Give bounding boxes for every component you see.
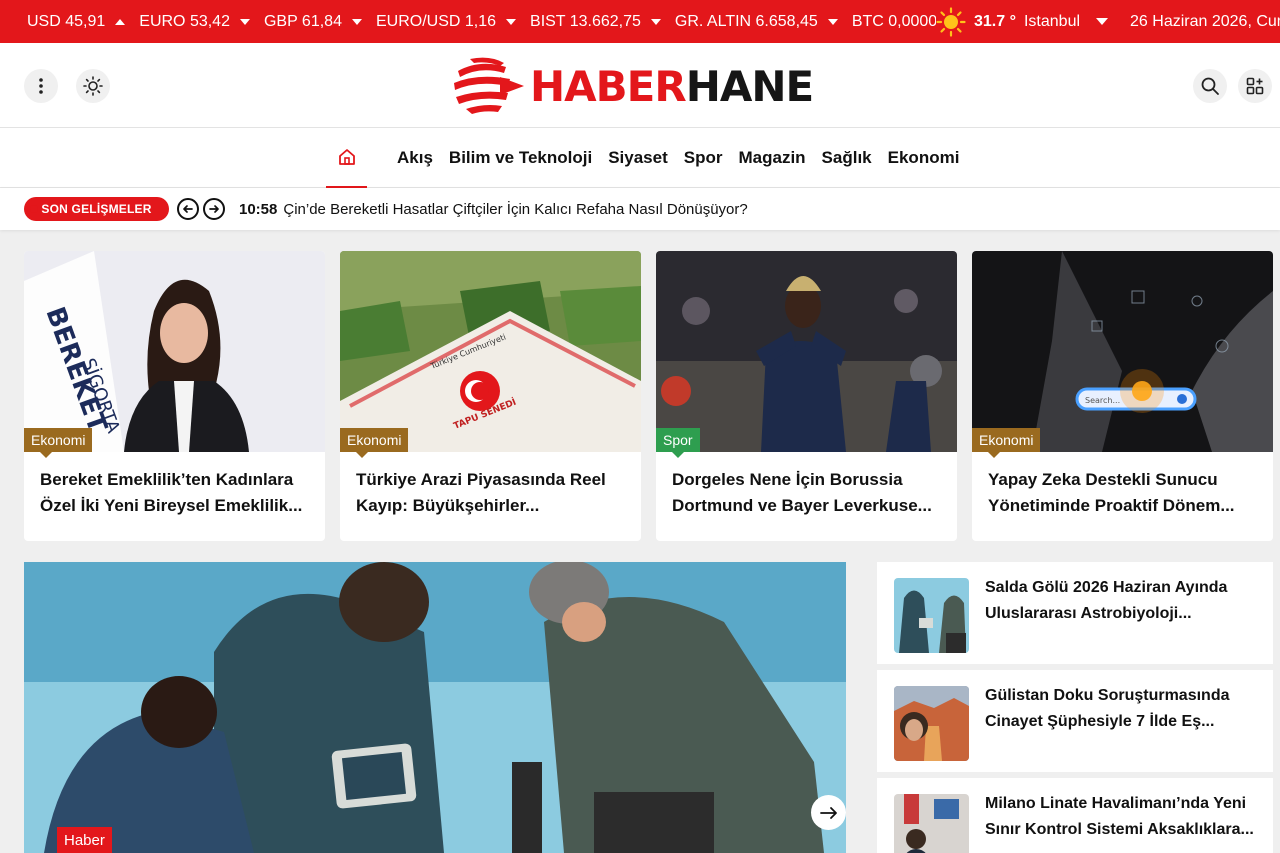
card-image[interactable]: Türkiye Cumhuriyeti TAPU SENEDİ — [340, 251, 641, 452]
ticker-item-gbp[interactable]: GBP 61,84 — [264, 13, 362, 31]
search-button[interactable] — [1193, 69, 1227, 103]
nav-items: Akış Bilim ve Teknoloji Siyaset Spor Mag… — [389, 128, 967, 188]
site-logo[interactable]: HABERHANE — [450, 53, 850, 119]
list-item[interactable]: Milano Linate Havalimanı’nda Yeni Sınır … — [877, 778, 1273, 853]
arrow-right-icon — [819, 806, 837, 819]
nav-item-magazin[interactable]: Magazin — [738, 148, 805, 168]
card-image[interactable]: Search... — [972, 251, 1273, 452]
nav-item-saglik[interactable]: Sağlık — [822, 148, 872, 168]
logo-part-haber: HABER — [530, 61, 687, 111]
ticker-label: BIST 13.662,75 — [530, 12, 641, 30]
ticker-label: USD 45,91 — [27, 12, 106, 30]
nav-item-bilim-teknoloji[interactable]: Bilim ve Teknoloji — [449, 148, 592, 168]
slider-next-button[interactable] — [811, 795, 846, 830]
category-badge[interactable]: Ekonomi — [340, 428, 409, 458]
featured-image — [24, 562, 846, 853]
breaking-headline[interactable]: Çin’de Bereketli Hasatlar Çiftçiler İçin… — [283, 201, 747, 218]
headline-cards: BEREKET SİGORTA Ekonomi Bereket Emeklili… — [24, 251, 1274, 541]
weather-widget: 31.7 ° Istanbul 26 Haziran 2026, Cum — [936, 0, 1280, 43]
list-item-title[interactable]: Gülistan Doku Soruşturmasında Cinayet Şü… — [985, 683, 1263, 735]
featured-news-slider[interactable]: Haber — [24, 562, 846, 853]
card-title[interactable]: Bereket Emeklilik’ten Kadınlara Özel İki… — [40, 467, 310, 519]
ticker-label: GBP 61,84 — [263, 12, 342, 30]
breaking-news-badge: SON GELİŞMELER — [24, 197, 169, 221]
ticker-item-gold[interactable]: GR. ALTIN 6.658,45 — [675, 13, 838, 31]
arrow-down-icon — [239, 18, 250, 25]
logo-wordmark: HABERHANE — [530, 61, 814, 111]
arrow-right-icon — [209, 205, 219, 213]
nav-item-spor[interactable]: Spor — [684, 148, 723, 168]
market-ticker-bar: USD 45,91 EURO 53,42 GBP 61,84 EURO/USD … — [0, 0, 1280, 43]
current-date: 26 Haziran 2026, Cum — [1130, 12, 1280, 30]
apps-button[interactable] — [1238, 69, 1272, 103]
ticker-item-euro[interactable]: EURO 53,42 — [139, 13, 250, 31]
breaking-prev-button[interactable] — [177, 198, 199, 220]
list-item-title[interactable]: Milano Linate Havalimanı’nda Yeni Sınır … — [985, 791, 1263, 843]
news-card[interactable]: Spor Dorgeles Nene İçin Borussia Dortmun… — [656, 251, 957, 541]
nav-item-ekonomi[interactable]: Ekonomi — [888, 148, 960, 168]
ticker-label: EURO 53,42 — [139, 12, 230, 30]
logo-part-hane: HANE — [685, 61, 814, 111]
card-title[interactable]: Türkiye Arazi Piyasasında Reel Kayıp: Bü… — [356, 467, 626, 519]
arrow-down-icon — [650, 18, 661, 25]
category-badge[interactable]: Ekonomi — [972, 428, 1041, 458]
list-thumbnail[interactable] — [894, 794, 969, 853]
temperature: 31.7 ° — [974, 12, 1016, 30]
card-image[interactable] — [656, 251, 957, 452]
category-label: Spor — [663, 432, 693, 448]
side-news-list: Salda Gölü 2026 Haziran Ayında Uluslarar… — [877, 562, 1273, 853]
category-label: Ekonomi — [979, 432, 1034, 448]
list-item-title[interactable]: Salda Gölü 2026 Haziran Ayında Uluslarar… — [985, 575, 1263, 627]
home-icon — [338, 149, 355, 165]
ticker-label: GR. ALTIN 6.658,45 — [674, 12, 818, 30]
category-badge[interactable]: Haber — [57, 827, 112, 853]
ticker-item-bist[interactable]: BIST 13.662,75 — [530, 13, 661, 31]
search-icon — [1201, 77, 1219, 95]
arrow-down-icon — [827, 18, 838, 25]
ticker-label: EURO/USD 1,16 — [375, 12, 497, 30]
news-card[interactable]: BEREKET SİGORTA Ekonomi Bereket Emeklili… — [24, 251, 325, 541]
currency-ticker: USD 45,91 EURO 53,42 GBP 61,84 EURO/USD … — [0, 13, 989, 31]
news-card[interactable]: Türkiye Cumhuriyeti TAPU SENEDİ Ekonomi … — [340, 251, 641, 541]
list-thumbnail[interactable] — [894, 686, 969, 761]
nav-item-siyaset[interactable]: Siyaset — [608, 148, 668, 168]
nav-home[interactable] — [326, 128, 367, 188]
theme-toggle-button[interactable] — [76, 69, 110, 103]
ai-search-text: Search... — [1085, 396, 1120, 405]
main-navigation: Akış Bilim ve Teknoloji Siyaset Spor Mag… — [0, 128, 1280, 188]
list-thumbnail[interactable] — [894, 578, 969, 653]
breaking-news-bar: SON GELİŞMELER 10:58 Çin’de Bereketli Ha… — [0, 188, 1280, 230]
menu-button[interactable] — [24, 69, 58, 103]
ticker-item-usd[interactable]: USD 45,91 — [27, 12, 126, 31]
arrow-down-icon — [351, 18, 362, 25]
chevron-down-icon[interactable] — [1096, 18, 1109, 25]
category-label: Ekonomi — [347, 432, 402, 448]
category-badge[interactable]: Spor — [656, 428, 700, 458]
site-header: HABERHANE — [0, 43, 1280, 128]
news-card[interactable]: Search... Ekonomi Yapay Zeka Destekli Su… — [972, 251, 1273, 541]
card-title[interactable]: Dorgeles Nene İçin Borussia Dortmund ve … — [672, 467, 942, 519]
breaking-time: 10:58 — [239, 200, 278, 218]
sun-icon — [936, 6, 966, 37]
arrow-left-icon — [183, 205, 193, 213]
category-label: Ekonomi — [31, 432, 86, 448]
list-item[interactable]: Salda Gölü 2026 Haziran Ayında Uluslarar… — [877, 562, 1273, 664]
arrow-up-icon — [115, 18, 126, 25]
breaking-next-button[interactable] — [203, 198, 225, 220]
sun-outline-icon — [83, 76, 103, 96]
globe-logo-icon — [453, 57, 524, 115]
city-select[interactable]: Istanbul — [1024, 13, 1080, 31]
ticker-item-eurousd[interactable]: EURO/USD 1,16 — [375, 12, 517, 31]
card-title[interactable]: Yapay Zeka Destekli Sunucu Yönetiminde P… — [988, 467, 1258, 519]
card-image[interactable]: BEREKET SİGORTA — [24, 251, 325, 452]
vertical-dots-icon — [39, 78, 43, 94]
arrow-down-icon — [506, 18, 517, 25]
category-badge[interactable]: Ekonomi — [24, 428, 93, 458]
apps-grid-icon — [1246, 77, 1264, 95]
list-item[interactable]: Gülistan Doku Soruşturmasında Cinayet Şü… — [877, 670, 1273, 772]
nav-item-akis[interactable]: Akış — [397, 148, 433, 168]
